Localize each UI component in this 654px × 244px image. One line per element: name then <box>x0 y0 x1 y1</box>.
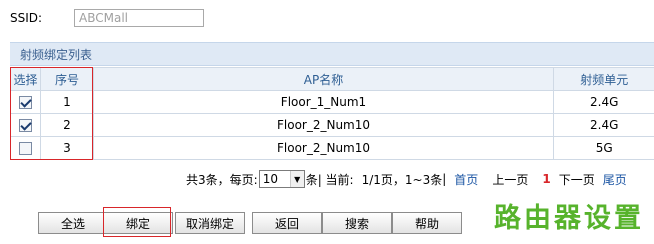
table-header-row: 选择 序号 AP名称 射频单元 <box>10 67 654 91</box>
prev-page-link[interactable]: 上一页 <box>492 171 528 188</box>
row-radio: 5G <box>553 136 654 160</box>
row-radio: 2.4G <box>553 113 654 137</box>
ssid-input[interactable] <box>74 9 204 27</box>
ssid-label: SSID: <box>10 11 43 25</box>
back-button[interactable]: 返回 <box>252 212 322 234</box>
pager-page-info: 1/1页，1~3条 <box>361 172 443 187</box>
col-header-select: 选择 <box>10 67 41 91</box>
row-index: 3 <box>40 136 94 160</box>
watermark-logo: 路由器设置 <box>494 203 644 234</box>
col-header-radio: 射频单元 <box>553 67 654 91</box>
first-page-link[interactable]: 首页 <box>454 171 478 188</box>
col-header-ap-name: AP名称 <box>93 67 554 91</box>
bind-list-table: 选择 序号 AP名称 射频单元 1 Floor_1_Num1 2.4G 2 Fl… <box>10 67 654 160</box>
panel-header: 射频绑定列表 <box>10 42 654 66</box>
help-button[interactable]: 帮助 <box>392 212 462 234</box>
chevron-down-icon: ▼ <box>289 171 304 187</box>
per-page-select[interactable]: 10 ▼ <box>258 170 305 188</box>
table-row: 3 Floor_2_Num10 5G <box>10 136 654 160</box>
row-select-cell <box>10 90 41 114</box>
row-radio: 2.4G <box>553 90 654 114</box>
bind-button[interactable]: 绑定 <box>103 212 173 234</box>
ssid-row: SSID: <box>10 9 204 27</box>
row-index: 1 <box>40 90 94 114</box>
pager-sep: | <box>442 172 447 186</box>
row-select-cell <box>10 136 41 160</box>
row-checkbox[interactable] <box>19 119 32 132</box>
select-all-button[interactable]: 全选 <box>38 212 108 234</box>
pager-current-label: | 当前: <box>317 172 354 187</box>
last-page-link[interactable]: 尾页 <box>603 171 627 188</box>
unbind-button[interactable]: 取消绑定 <box>175 212 245 234</box>
row-checkbox[interactable] <box>19 142 32 155</box>
table-row: 1 Floor_1_Num1 2.4G <box>10 90 654 114</box>
row-select-cell <box>10 113 41 137</box>
next-page-link[interactable]: 下一页 <box>559 171 595 188</box>
row-index: 2 <box>40 113 94 137</box>
row-checkbox[interactable] <box>19 96 32 109</box>
pager-total: 共3条，每页: <box>186 172 258 187</box>
panel-title: 射频绑定列表 <box>20 47 93 62</box>
search-button[interactable]: 搜索 <box>322 212 392 234</box>
per-page-suffix: 条 <box>305 172 318 187</box>
pagination-bar: 共3条，每页: 10 ▼ 条 | 当前: 1/1页，1~3条 | 首页 上一页 … <box>186 170 627 188</box>
col-header-index: 序号 <box>40 67 94 91</box>
row-ap-name: Floor_2_Num10 <box>93 136 554 160</box>
row-ap-name: Floor_2_Num10 <box>93 113 554 137</box>
per-page-value: 10 <box>262 172 278 186</box>
current-page-number: 1 <box>542 172 551 186</box>
row-ap-name: Floor_1_Num1 <box>93 90 554 114</box>
table-row: 2 Floor_2_Num10 2.4G <box>10 113 654 137</box>
